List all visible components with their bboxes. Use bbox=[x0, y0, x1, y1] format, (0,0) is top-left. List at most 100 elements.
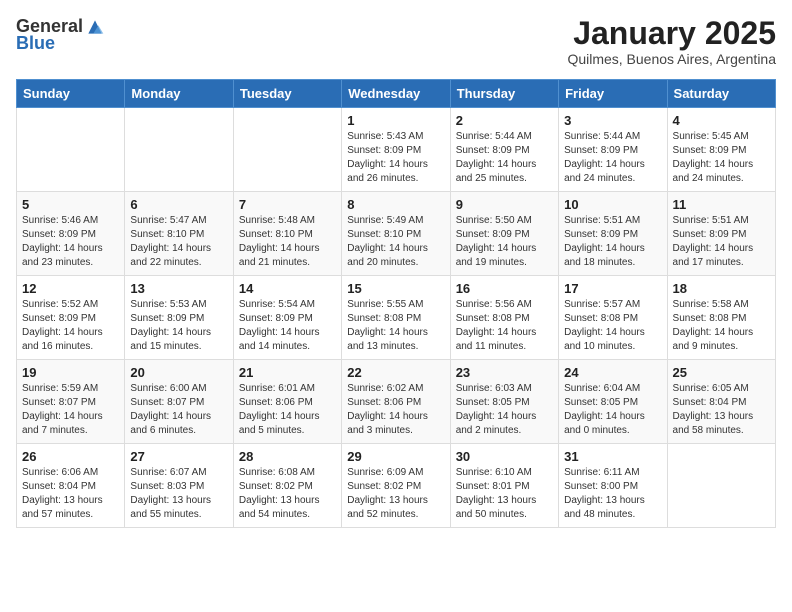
day-info: Sunrise: 5:43 AM Sunset: 8:09 PM Dayligh… bbox=[347, 130, 444, 186]
location-subtitle: Quilmes, Buenos Aires, Argentina bbox=[567, 51, 776, 67]
day-number: 5 bbox=[22, 197, 119, 212]
calendar-cell: 26Sunrise: 6:06 AM Sunset: 8:04 PM Dayli… bbox=[17, 444, 125, 528]
calendar-week-row: 19 Sunrise: 5:59 AM Sunset: 8:07 PM Dayli… bbox=[17, 360, 776, 444]
day-info: Sunrise: 5:46 AM Sunset: 8:09 PM Dayligh… bbox=[22, 214, 119, 270]
calendar-cell: 25 Sunrise: 6:05 AM Sunset: 8:04 PM Dayli… bbox=[667, 360, 775, 444]
weekday-header-row: SundayMondayTuesdayWednesdayThursdayFrid… bbox=[17, 80, 776, 108]
calendar-table: SundayMondayTuesdayWednesdayThursdayFrid… bbox=[16, 79, 776, 528]
weekday-header-saturday: Saturday bbox=[667, 80, 775, 108]
day-info: Sunrise: 6:05 AM Sunset: 8:04 PM Dayligh… bbox=[673, 382, 770, 438]
calendar-cell: 10Sunrise: 5:51 AM Sunset: 8:09 PM Dayli… bbox=[559, 192, 667, 276]
day-number: 16 bbox=[456, 281, 553, 296]
day-number: 25 bbox=[673, 365, 770, 380]
calendar-week-row: 1Sunrise: 5:43 AM Sunset: 8:09 PM Daylig… bbox=[17, 108, 776, 192]
title-block: January 2025 Quilmes, Buenos Aires, Arge… bbox=[567, 16, 776, 67]
day-number: 21 bbox=[239, 365, 336, 380]
day-number: 18 bbox=[673, 281, 770, 296]
day-info: Sunrise: 5:53 AM Sunset: 8:09 PM Dayligh… bbox=[130, 298, 227, 354]
calendar-cell: 24Sunrise: 6:04 AM Sunset: 8:05 PM Dayli… bbox=[559, 360, 667, 444]
day-number: 14 bbox=[239, 281, 336, 296]
day-info: Sunrise: 6:00 AM Sunset: 8:07 PM Dayligh… bbox=[130, 382, 227, 438]
day-info: Sunrise: 6:09 AM Sunset: 8:02 PM Dayligh… bbox=[347, 466, 444, 522]
day-info: Sunrise: 5:59 AM Sunset: 8:07 PM Dayligh… bbox=[22, 382, 119, 438]
weekday-header-thursday: Thursday bbox=[450, 80, 558, 108]
day-info: Sunrise: 5:49 AM Sunset: 8:10 PM Dayligh… bbox=[347, 214, 444, 270]
day-info: Sunrise: 5:54 AM Sunset: 8:09 PM Dayligh… bbox=[239, 298, 336, 354]
calendar-cell bbox=[125, 108, 233, 192]
calendar-cell: 27 Sunrise: 6:07 AM Sunset: 8:03 PM Dayli… bbox=[125, 444, 233, 528]
day-info: Sunrise: 5:44 AM Sunset: 8:09 PM Dayligh… bbox=[456, 130, 553, 186]
weekday-header-wednesday: Wednesday bbox=[342, 80, 450, 108]
calendar-cell: 14 Sunrise: 5:54 AM Sunset: 8:09 PM Dayli… bbox=[233, 276, 341, 360]
calendar-cell bbox=[17, 108, 125, 192]
page-header: General Blue January 2025 Quilmes, Bueno… bbox=[16, 16, 776, 67]
day-number: 15 bbox=[347, 281, 444, 296]
calendar-cell: 18Sunrise: 5:58 AM Sunset: 8:08 PM Dayli… bbox=[667, 276, 775, 360]
day-number: 22 bbox=[347, 365, 444, 380]
calendar-cell: 8 Sunrise: 5:49 AM Sunset: 8:10 PM Daylig… bbox=[342, 192, 450, 276]
day-info: Sunrise: 6:07 AM Sunset: 8:03 PM Dayligh… bbox=[130, 466, 227, 522]
day-number: 27 bbox=[130, 449, 227, 464]
day-info: Sunrise: 5:51 AM Sunset: 8:09 PM Dayligh… bbox=[673, 214, 770, 270]
calendar-cell: 28Sunrise: 6:08 AM Sunset: 8:02 PM Dayli… bbox=[233, 444, 341, 528]
calendar-cell: 7Sunrise: 5:48 AM Sunset: 8:10 PM Daylig… bbox=[233, 192, 341, 276]
day-info: Sunrise: 5:56 AM Sunset: 8:08 PM Dayligh… bbox=[456, 298, 553, 354]
day-info: Sunrise: 5:50 AM Sunset: 8:09 PM Dayligh… bbox=[456, 214, 553, 270]
day-number: 29 bbox=[347, 449, 444, 464]
day-number: 6 bbox=[130, 197, 227, 212]
calendar-cell: 17 Sunrise: 5:57 AM Sunset: 8:08 PM Dayli… bbox=[559, 276, 667, 360]
calendar-week-row: 5 Sunrise: 5:46 AM Sunset: 8:09 PM Daylig… bbox=[17, 192, 776, 276]
weekday-header-friday: Friday bbox=[559, 80, 667, 108]
logo-icon bbox=[85, 17, 105, 37]
calendar-cell: 30 Sunrise: 6:10 AM Sunset: 8:01 PM Dayli… bbox=[450, 444, 558, 528]
day-info: Sunrise: 5:45 AM Sunset: 8:09 PM Dayligh… bbox=[673, 130, 770, 186]
calendar-cell: 13 Sunrise: 5:53 AM Sunset: 8:09 PM Dayli… bbox=[125, 276, 233, 360]
day-info: Sunrise: 6:10 AM Sunset: 8:01 PM Dayligh… bbox=[456, 466, 553, 522]
day-number: 19 bbox=[22, 365, 119, 380]
day-info: Sunrise: 6:08 AM Sunset: 8:02 PM Dayligh… bbox=[239, 466, 336, 522]
day-info: Sunrise: 5:55 AM Sunset: 8:08 PM Dayligh… bbox=[347, 298, 444, 354]
day-number: 8 bbox=[347, 197, 444, 212]
calendar-cell: 16 Sunrise: 5:56 AM Sunset: 8:08 PM Dayli… bbox=[450, 276, 558, 360]
day-number: 20 bbox=[130, 365, 227, 380]
day-info: Sunrise: 5:47 AM Sunset: 8:10 PM Dayligh… bbox=[130, 214, 227, 270]
calendar-week-row: 12Sunrise: 5:52 AM Sunset: 8:09 PM Dayli… bbox=[17, 276, 776, 360]
calendar-cell: 20 Sunrise: 6:00 AM Sunset: 8:07 PM Dayli… bbox=[125, 360, 233, 444]
calendar-cell: 12Sunrise: 5:52 AM Sunset: 8:09 PM Dayli… bbox=[17, 276, 125, 360]
calendar-cell: 5 Sunrise: 5:46 AM Sunset: 8:09 PM Daylig… bbox=[17, 192, 125, 276]
day-number: 30 bbox=[456, 449, 553, 464]
day-info: Sunrise: 6:03 AM Sunset: 8:05 PM Dayligh… bbox=[456, 382, 553, 438]
weekday-header-sunday: Sunday bbox=[17, 80, 125, 108]
weekday-header-tuesday: Tuesday bbox=[233, 80, 341, 108]
calendar-cell: 19 Sunrise: 5:59 AM Sunset: 8:07 PM Dayli… bbox=[17, 360, 125, 444]
logo-blue-text: Blue bbox=[16, 33, 55, 54]
day-info: Sunrise: 5:48 AM Sunset: 8:10 PM Dayligh… bbox=[239, 214, 336, 270]
day-info: Sunrise: 6:01 AM Sunset: 8:06 PM Dayligh… bbox=[239, 382, 336, 438]
calendar-cell: 1Sunrise: 5:43 AM Sunset: 8:09 PM Daylig… bbox=[342, 108, 450, 192]
day-number: 17 bbox=[564, 281, 661, 296]
day-number: 4 bbox=[673, 113, 770, 128]
calendar-cell: 9 Sunrise: 5:50 AM Sunset: 8:09 PM Daylig… bbox=[450, 192, 558, 276]
calendar-cell: 2 Sunrise: 5:44 AM Sunset: 8:09 PM Daylig… bbox=[450, 108, 558, 192]
day-number: 13 bbox=[130, 281, 227, 296]
day-number: 3 bbox=[564, 113, 661, 128]
calendar-cell: 3Sunrise: 5:44 AM Sunset: 8:09 PM Daylig… bbox=[559, 108, 667, 192]
day-info: Sunrise: 6:06 AM Sunset: 8:04 PM Dayligh… bbox=[22, 466, 119, 522]
day-number: 2 bbox=[456, 113, 553, 128]
calendar-cell: 31Sunrise: 6:11 AM Sunset: 8:00 PM Dayli… bbox=[559, 444, 667, 528]
day-info: Sunrise: 6:04 AM Sunset: 8:05 PM Dayligh… bbox=[564, 382, 661, 438]
calendar-cell: 22Sunrise: 6:02 AM Sunset: 8:06 PM Dayli… bbox=[342, 360, 450, 444]
calendar-cell: 29 Sunrise: 6:09 AM Sunset: 8:02 PM Dayli… bbox=[342, 444, 450, 528]
calendar-cell: 21 Sunrise: 6:01 AM Sunset: 8:06 PM Dayli… bbox=[233, 360, 341, 444]
day-number: 9 bbox=[456, 197, 553, 212]
calendar-cell: 11Sunrise: 5:51 AM Sunset: 8:09 PM Dayli… bbox=[667, 192, 775, 276]
day-info: Sunrise: 5:57 AM Sunset: 8:08 PM Dayligh… bbox=[564, 298, 661, 354]
calendar-cell: 23Sunrise: 6:03 AM Sunset: 8:05 PM Dayli… bbox=[450, 360, 558, 444]
weekday-header-monday: Monday bbox=[125, 80, 233, 108]
day-number: 10 bbox=[564, 197, 661, 212]
day-info: Sunrise: 6:11 AM Sunset: 8:00 PM Dayligh… bbox=[564, 466, 661, 522]
calendar-cell bbox=[667, 444, 775, 528]
calendar-week-row: 26Sunrise: 6:06 AM Sunset: 8:04 PM Dayli… bbox=[17, 444, 776, 528]
day-info: Sunrise: 5:52 AM Sunset: 8:09 PM Dayligh… bbox=[22, 298, 119, 354]
logo: General Blue bbox=[16, 16, 105, 54]
